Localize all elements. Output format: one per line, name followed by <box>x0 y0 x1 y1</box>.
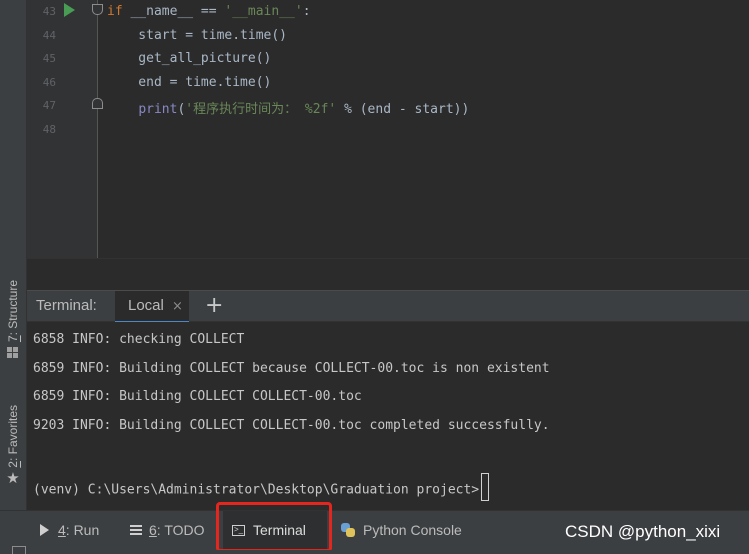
star-icon: ★ <box>6 468 20 487</box>
line-number: 45 <box>42 52 56 66</box>
fold-start-icon[interactable] <box>92 4 103 15</box>
terminal-line: 6858 INFO: checking COLLECT <box>33 332 245 347</box>
fold-end-icon[interactable] <box>92 98 103 109</box>
terminal-prompt-line[interactable]: (venv) C:\Users\Administrator\Desktop\Gr… <box>33 473 490 504</box>
python-icon <box>341 523 355 537</box>
window-icon[interactable] <box>12 546 26 554</box>
python-console-tool-tab[interactable]: Python Console <box>341 511 462 549</box>
run-gutter-icon[interactable] <box>64 3 75 17</box>
code-line: get_all_picture() <box>107 51 272 67</box>
line-number: 46 <box>42 75 56 89</box>
structure-tab-label: 7: Structure <box>6 280 20 343</box>
structure-icon <box>7 347 19 359</box>
terminal-tab-local[interactable]: Local × <box>115 291 189 323</box>
code-line: if __name__ == '__main__': <box>107 4 311 19</box>
favorites-tab-label: 2: Favorites <box>6 405 20 468</box>
add-terminal-icon[interactable]: + <box>205 293 223 318</box>
terminal-cursor <box>481 473 490 501</box>
watermark: CSDN @python_xixi <box>565 522 721 541</box>
line-number: 44 <box>42 28 56 42</box>
code-editor[interactable]: 43 if __name__ == '__main__': 44 start = t… <box>27 0 749 258</box>
terminal-line: 9203 INFO: Building COLLECT COLLECT-00.t… <box>33 418 550 433</box>
list-icon <box>130 524 142 536</box>
terminal-tab-label: Local <box>128 297 164 314</box>
fold-guide <box>97 0 98 258</box>
editor-terminal-divider <box>27 258 749 290</box>
terminal-line: 6859 INFO: Building COLLECT because COLL… <box>33 361 550 376</box>
code-line: start = time.time() <box>107 27 288 43</box>
structure-tool-tab[interactable]: 7: Structure <box>3 280 23 359</box>
highlight-annotation <box>216 502 332 552</box>
terminal-header: Terminal: Local × + <box>27 290 749 323</box>
todo-tool-tab[interactable]: 6: TODO <box>130 511 205 549</box>
left-tool-strip: 7: Structure 2: Favorites ★ <box>0 0 27 510</box>
run-icon <box>40 524 49 536</box>
line-number: 47 <box>42 99 56 113</box>
terminal-output[interactable]: 6858 INFO: checking COLLECT 6859 INFO: B… <box>27 322 749 510</box>
run-tool-tab[interactable]: 4: Run <box>40 511 99 549</box>
line-number: 48 <box>42 123 56 136</box>
favorites-tool-tab[interactable]: 2: Favorites ★ <box>3 405 23 486</box>
code-line: print('程序执行时间为： %2f' % (end - start)) <box>138 102 470 118</box>
terminal-prompt: (venv) C:\Users\Administrator\Desktop\Gr… <box>33 482 480 498</box>
line-number: 43 <box>42 5 56 18</box>
terminal-line: 6859 INFO: Building COLLECT COLLECT-00.t… <box>33 389 362 404</box>
code-line: end = time.time() <box>107 74 272 90</box>
terminal-title: Terminal: <box>36 297 97 314</box>
status-bar <box>0 550 749 554</box>
close-icon[interactable]: × <box>172 299 183 314</box>
